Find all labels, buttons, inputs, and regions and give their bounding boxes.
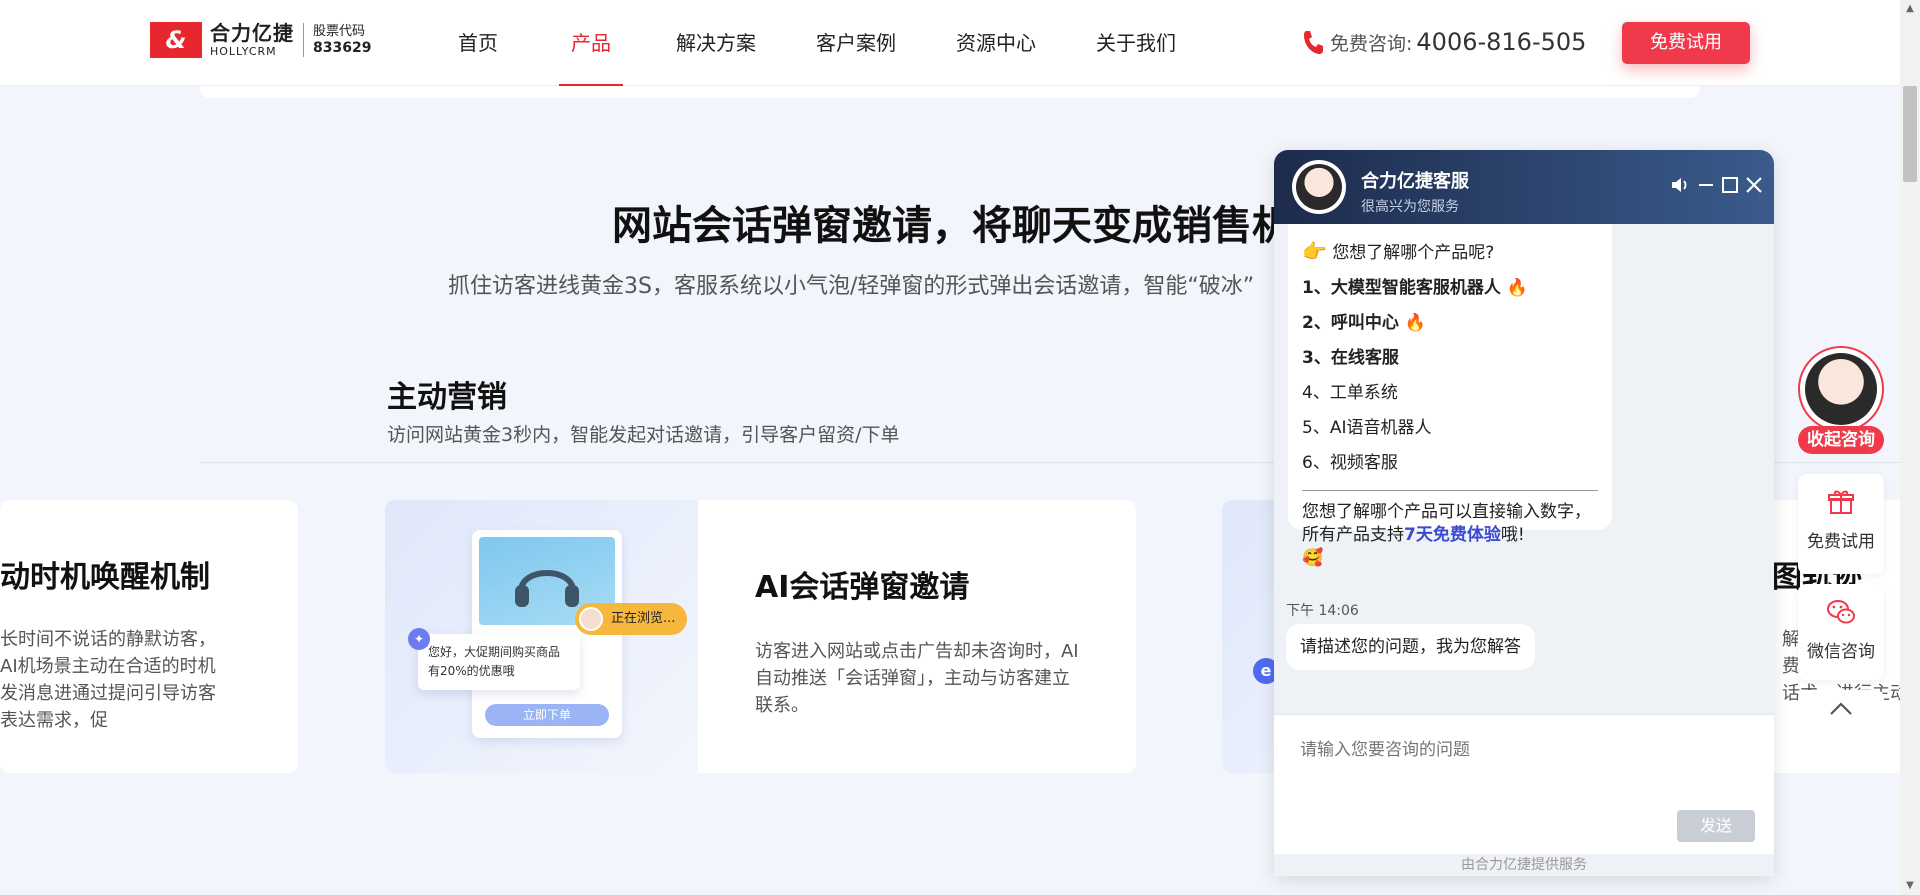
section-title: 网站会话弹窗邀请，将聊天变成销售机会 (612, 203, 1332, 249)
card-title: 动时机唤醒机制 (0, 560, 210, 595)
stock-label: 股票代码 (313, 24, 366, 39)
nav-home[interactable]: 首页 (440, 0, 516, 86)
scroll-down-icon[interactable]: ▼ (1900, 877, 1920, 895)
card-desc: 长时间不说话的静默访客，AI机场景主动在合适的时机发消息进通过提问引导访客表达需… (0, 629, 216, 731)
chat-widget: 合力亿捷客服 很高兴为您服务 👉 您想了解哪个产品呢? 1、大模型智能客服机器人… (1274, 150, 1774, 876)
nav-products[interactable]: 产品 (559, 0, 623, 86)
hotline-number[interactable]: 4006-816-505 (1416, 28, 1586, 56)
menu-footer-text-end: 哦! (1500, 525, 1525, 545)
menu-intro-text: 您想了解哪个产品呢? (1332, 243, 1495, 263)
free-trial-highlight: 7天免费体验 (1404, 525, 1501, 545)
chat-messages[interactable]: 👉 您想了解哪个产品呢? 1、大模型智能客服机器人 🔥 2、呼叫中心 🔥 3、在… (1274, 224, 1774, 714)
previous-card-edge (200, 86, 1700, 98)
float-free-trial-label: 免费试用 (1807, 532, 1875, 552)
avatar-icon (1805, 353, 1877, 425)
menu-intro: 👉 您想了解哪个产品呢? (1302, 234, 1598, 271)
maximize-icon[interactable] (1720, 175, 1740, 199)
menu-item-label: 2、呼叫中心 (1302, 313, 1399, 333)
main-nav: 首页 产品 解决方案 客户案例 资源中心 关于我们 (440, 0, 1183, 86)
float-wechat-consult[interactable]: 微信咨询 (1798, 584, 1884, 680)
menu-item-label: 1、大模型智能客服机器人 (1302, 278, 1501, 298)
logo[interactable]: & 合力亿捷 HOLLYCRM 股票代码 833629 (150, 22, 371, 58)
logo-mark: & (150, 22, 202, 58)
nav-solutions[interactable]: 解决方案 (669, 0, 763, 86)
menu-item-label: 6、视频客服 (1302, 453, 1398, 473)
stock-code: 833629 (313, 40, 372, 56)
fire-icon: 🔥 (1500, 278, 1528, 298)
menu-divider (1302, 490, 1598, 491)
nav-about[interactable]: 关于我们 (1089, 0, 1183, 86)
chat-input[interactable] (1298, 739, 1748, 761)
menu-item[interactable]: 2、呼叫中心 🔥 (1302, 306, 1598, 341)
minimize-icon[interactable] (1696, 175, 1716, 199)
scroll-up-icon[interactable]: ▲ (1900, 0, 1920, 18)
menu-item-label: 5、AI语音机器人 (1302, 418, 1432, 438)
marketing-title: 主动营销 (387, 380, 507, 415)
logo-en: HOLLYCRM (210, 45, 277, 58)
menu-item[interactable]: 4、工单系统 (1302, 376, 1598, 411)
promo-bubble: 您好，大促期间购买商品有20%的优惠哦 (418, 634, 580, 690)
reply-message: 请描述您的问题，我为您解答 (1286, 624, 1535, 670)
collapse-consult-button[interactable]: 收起咨询 (1798, 426, 1884, 454)
browsing-tag-text: 正在浏览... (611, 611, 676, 626)
hotline-label: 免费咨询: (1330, 32, 1413, 55)
message-time: 下午 14:06 (1286, 603, 1359, 619)
gift-icon (1798, 488, 1884, 523)
menu-item-label: 4、工单系统 (1302, 383, 1398, 403)
visitor-avatar (579, 607, 603, 631)
pointing-hand-icon: 👉 (1302, 239, 1327, 263)
menu-footer: 您想了解哪个产品可以直接输入数字，所有产品支持7天免费体验哦! 🥰 (1302, 501, 1598, 570)
order-now-button: 立即下单 (485, 704, 609, 726)
chat-powered-by: 由合力亿捷提供服务 (1274, 854, 1774, 876)
chat-input-area: 发送 (1274, 714, 1774, 854)
menu-message: 👉 您想了解哪个产品呢? 1、大模型智能客服机器人 🔥 2、呼叫中心 🔥 3、在… (1288, 224, 1612, 568)
card-wake-mechanism[interactable]: 动时机唤醒机制 长时间不说话的静默访客，AI机场景主动在合适的时机发消息进通过提… (0, 500, 298, 773)
nav-cases[interactable]: 客户案例 (809, 0, 903, 86)
browsing-tag: 正在浏览... (575, 603, 688, 635)
hotline: 免费咨询: 4006-816-505 (1302, 28, 1586, 56)
logo-divider (303, 23, 304, 57)
fire-icon: 🔥 (1398, 313, 1426, 333)
agent-avatar (1292, 160, 1346, 214)
card-desc: 访客进入网站或点击广告却未咨询时，AI自动推送「会话弹窗」，主动与访客建立联系。 (755, 641, 1079, 716)
menu-item[interactable]: 3、在线客服 (1302, 341, 1598, 376)
stock-info: 股票代码 833629 (313, 23, 371, 57)
chat-header: 合力亿捷客服 很高兴为您服务 (1274, 150, 1774, 224)
consultant-avatar[interactable] (1798, 346, 1884, 432)
logo-text: 合力亿捷 HOLLYCRM (210, 23, 294, 57)
agent-status: 很高兴为您服务 (1361, 199, 1459, 215)
back-to-top-icon[interactable] (1798, 690, 1884, 732)
site-header: & 合力亿捷 HOLLYCRM 股票代码 833629 首页 产品 解决方案 客… (0, 0, 1900, 86)
card-illustration: 正在浏览... 您好，大促期间购买商品有20%的优惠哦 ✦ 立即下单 (385, 500, 698, 773)
agent-name: 合力亿捷客服 (1361, 171, 1469, 192)
free-trial-button[interactable]: 免费试用 (1622, 22, 1750, 64)
menu-item-label: 3、在线客服 (1302, 348, 1399, 368)
phone-icon (1302, 29, 1324, 55)
close-icon[interactable] (1744, 175, 1764, 199)
menu-item[interactable]: 5、AI语音机器人 (1302, 411, 1598, 446)
float-wechat-label: 微信咨询 (1807, 642, 1875, 662)
agent-avatar-icon (1296, 164, 1342, 210)
menu-item[interactable]: 6、视频客服 (1302, 446, 1598, 481)
volume-icon[interactable] (1670, 175, 1690, 199)
menu-item[interactable]: 1、大模型智能客服机器人 🔥 (1302, 271, 1598, 306)
logo-cn: 合力亿捷 (210, 21, 294, 45)
wechat-icon (1798, 598, 1884, 633)
float-free-trial[interactable]: 免费试用 (1798, 474, 1884, 574)
smile-icon: 🥰 (1302, 548, 1324, 568)
send-button[interactable]: 发送 (1677, 810, 1755, 842)
scrollbar-thumb[interactable] (1903, 86, 1917, 182)
card-ai-popup-invite[interactable]: 正在浏览... 您好，大促期间购买商品有20%的优惠哦 ✦ 立即下单 AI会话弹… (385, 500, 1136, 773)
section-subtitle: 抓住访客进线黄金3S，客服系统以小气泡/轻弹窗的形式弹出会话邀请，智能“破冰” (448, 274, 1255, 299)
nav-resources[interactable]: 资源中心 (949, 0, 1043, 86)
marketing-subtitle: 访问网站黄金3秒内，智能发起对话邀请，引导客户留资/下单 (387, 424, 900, 446)
card-title: AI会话弹窗邀请 (755, 570, 970, 605)
sparkle-icon: ✦ (408, 628, 430, 650)
